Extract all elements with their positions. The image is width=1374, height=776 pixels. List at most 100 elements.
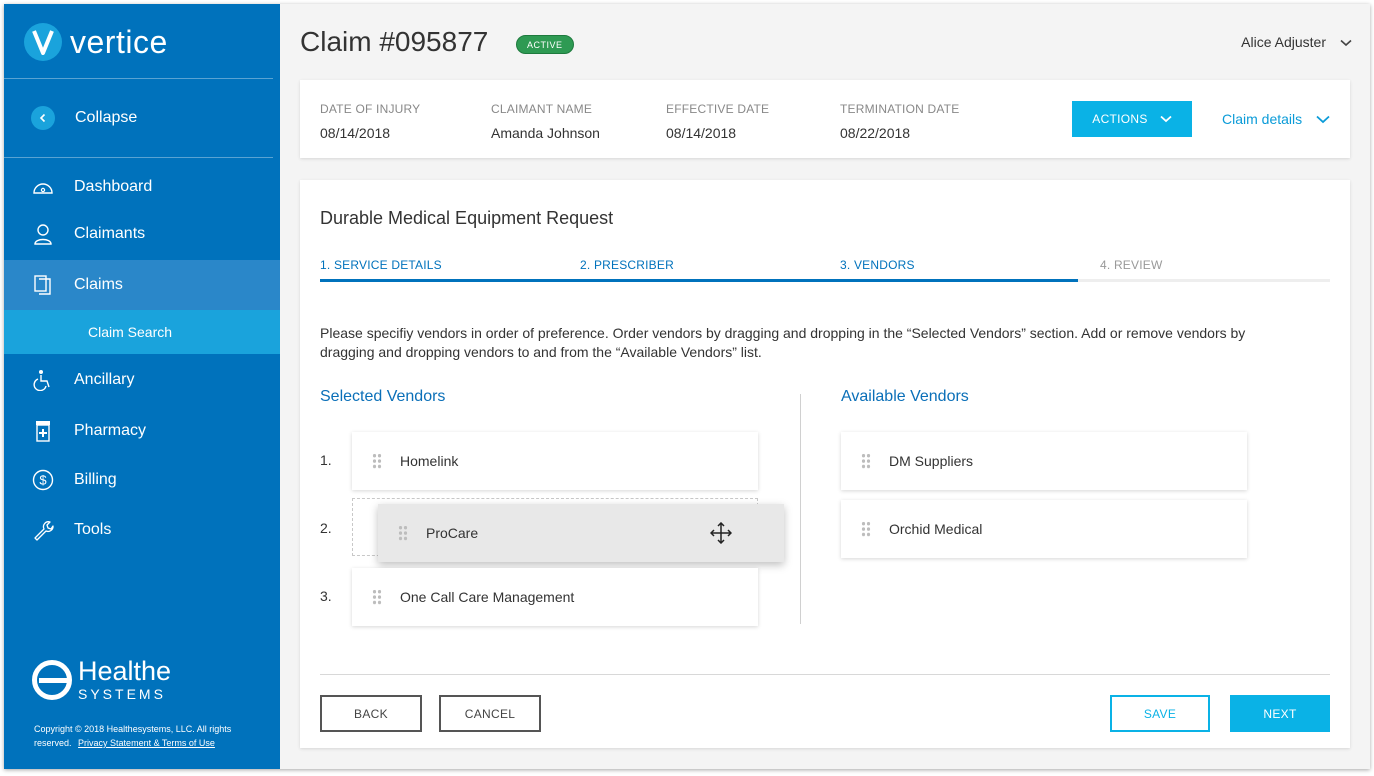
sidebar-subitem-label: Claim Search xyxy=(88,324,173,340)
vendor-name: Homelink xyxy=(400,453,459,469)
step-review[interactable]: 4. REVIEW xyxy=(1100,258,1162,272)
person-icon xyxy=(32,223,54,245)
copyright-notice: Copyright © 2018 Healthesystems, LLC. Al… xyxy=(34,722,254,750)
selected-vendor-homelink[interactable]: Homelink xyxy=(352,432,758,490)
vendor-name: DM Suppliers xyxy=(889,453,974,469)
save-button[interactable]: SAVE xyxy=(1110,695,1210,732)
chevron-down-icon xyxy=(1160,112,1172,126)
footer-divider xyxy=(320,674,1330,675)
healthe-logo-mark xyxy=(32,659,72,700)
claim-details-label: Claim details xyxy=(1222,111,1303,127)
sidebar-subitem-claim-search[interactable]: Claim Search xyxy=(4,310,280,354)
step-prescriber[interactable]: 2. PRESCRIBER xyxy=(580,258,674,272)
documents-icon xyxy=(32,274,54,296)
chevron-down-icon xyxy=(1340,34,1352,50)
chevron-down-icon xyxy=(1316,111,1330,127)
selected-vendors-title: Selected Vendors xyxy=(320,388,446,405)
user-name: Alice Adjuster xyxy=(1241,34,1326,50)
step-progress-fill xyxy=(320,279,1078,282)
field-label: EFFECTIVE DATE xyxy=(666,102,770,116)
step-vendors[interactable]: 3. VENDORS xyxy=(840,258,915,272)
column-divider xyxy=(800,394,801,624)
sidebar-divider xyxy=(4,78,273,79)
vendor-name: One Call Care Management xyxy=(400,589,575,605)
field-label: DATE OF INJURY xyxy=(320,102,421,116)
wheelchair-icon xyxy=(32,369,54,391)
field-label: TERMINATION DATE xyxy=(840,102,960,116)
selected-vendor-procare-dragging[interactable]: ProCare xyxy=(378,504,784,562)
vendor-rank: 2. xyxy=(320,520,332,536)
field-value: Amanda Johnson xyxy=(491,125,600,141)
step-service-details[interactable]: 1. SERVICE DETAILS xyxy=(320,258,442,272)
collapse-button[interactable]: Collapse xyxy=(4,90,280,146)
sidebar-item-label: Claims xyxy=(74,276,123,293)
field-value: 08/22/2018 xyxy=(840,125,911,141)
drag-handle-icon[interactable] xyxy=(398,525,408,541)
form-title: Durable Medical Equipment Request xyxy=(320,208,614,228)
vendor-name: ProCare xyxy=(426,525,479,541)
field-value: 08/14/2018 xyxy=(666,125,737,141)
sidebar-item-pharmacy[interactable]: Pharmacy xyxy=(4,408,280,454)
selected-vendor-one-call[interactable]: One Call Care Management xyxy=(352,568,758,626)
sidebar-item-label: Ancillary xyxy=(74,371,135,388)
claim-summary-card: DATE OF INJURY 08/14/2018 CLAIMANT NAME … xyxy=(300,80,1350,158)
healthe-logo-text: Healthe xyxy=(78,656,172,686)
sidebar-item-label: Tools xyxy=(74,521,112,538)
actions-label: ACTIONS xyxy=(1092,112,1148,126)
sidebar-item-tools[interactable]: Tools xyxy=(4,507,280,553)
logo-text: vertice xyxy=(70,23,168,60)
status-badge: ACTIVE xyxy=(516,35,574,54)
sidebar-item-label: Billing xyxy=(74,471,117,488)
drag-handle-icon[interactable] xyxy=(372,589,382,605)
back-button[interactable]: BACK xyxy=(320,695,422,732)
step-progress-bar xyxy=(320,279,1330,282)
sidebar-item-label: Dashboard xyxy=(74,178,153,195)
available-vendor-dm-suppliers[interactable]: DM Suppliers xyxy=(841,432,1247,490)
next-button[interactable]: NEXT xyxy=(1230,695,1330,732)
field-label: CLAIMANT NAME xyxy=(491,102,593,116)
sidebar-item-dashboard[interactable]: Dashboard xyxy=(4,164,280,210)
wrench-icon xyxy=(32,519,54,541)
sidebar-item-billing[interactable]: $ Billing xyxy=(4,457,280,503)
sidebar-item-ancillary[interactable]: Ancillary xyxy=(4,357,280,403)
drag-handle-icon[interactable] xyxy=(861,453,871,469)
collapse-label: Collapse xyxy=(75,109,138,126)
termination-date-field: TERMINATION DATE 08/22/2018 xyxy=(840,102,959,141)
claimant-name-field: CLAIMANT NAME Amanda Johnson xyxy=(491,102,600,141)
cancel-button[interactable]: CANCEL xyxy=(439,695,541,732)
vendor-instructions: Please specifiy vendors in order of pref… xyxy=(320,325,1246,360)
actions-button[interactable]: ACTIONS xyxy=(1072,101,1192,137)
sidebar-item-label: Pharmacy xyxy=(74,422,147,439)
sidebar-divider xyxy=(4,157,273,158)
vendor-rank: 3. xyxy=(320,588,332,604)
dme-request-card: Durable Medical Equipment Request 1. SER… xyxy=(300,180,1350,748)
date-of-injury-field: DATE OF INJURY 08/14/2018 xyxy=(320,102,420,141)
sidebar-item-label: Claimants xyxy=(74,225,146,242)
app-window: vertice Collapse Dashboard Claimants Cla… xyxy=(4,4,1370,769)
move-cursor-icon xyxy=(709,521,733,547)
drag-handle-icon[interactable] xyxy=(861,521,871,537)
effective-date-field: EFFECTIVE DATE 08/14/2018 xyxy=(666,102,769,141)
dollar-icon: $ xyxy=(32,469,54,491)
available-vendors-title: Available Vendors xyxy=(841,388,969,405)
drag-handle-icon[interactable] xyxy=(372,453,382,469)
page-title: Claim #095877 xyxy=(300,26,489,57)
sidebar: vertice Collapse Dashboard Claimants Cla… xyxy=(4,4,280,769)
user-menu[interactable]: Alice Adjuster xyxy=(1241,34,1352,50)
available-vendor-orchid-medical[interactable]: Orchid Medical xyxy=(841,500,1247,558)
svg-text:$: $ xyxy=(39,473,47,488)
pharmacy-icon xyxy=(32,420,54,442)
vendor-name: Orchid Medical xyxy=(889,521,983,537)
dashboard-icon xyxy=(32,176,54,198)
systems-logo-text: SYSTEMS xyxy=(78,686,166,702)
field-value: 08/14/2018 xyxy=(320,125,391,141)
vendor-rank: 1. xyxy=(320,452,332,468)
chevron-left-icon xyxy=(31,106,55,130)
sidebar-item-claims[interactable]: Claims xyxy=(4,260,280,310)
sidebar-item-claimants[interactable]: Claimants xyxy=(4,211,280,257)
healthesystems-logo: Healthe SYSTEMS xyxy=(32,658,171,701)
privacy-link[interactable]: Privacy Statement & Terms of Use xyxy=(78,738,215,748)
claim-details-toggle[interactable]: Claim details xyxy=(1222,111,1330,127)
vertice-logo[interactable]: vertice xyxy=(24,22,168,62)
vertice-logo-mark xyxy=(24,23,62,61)
